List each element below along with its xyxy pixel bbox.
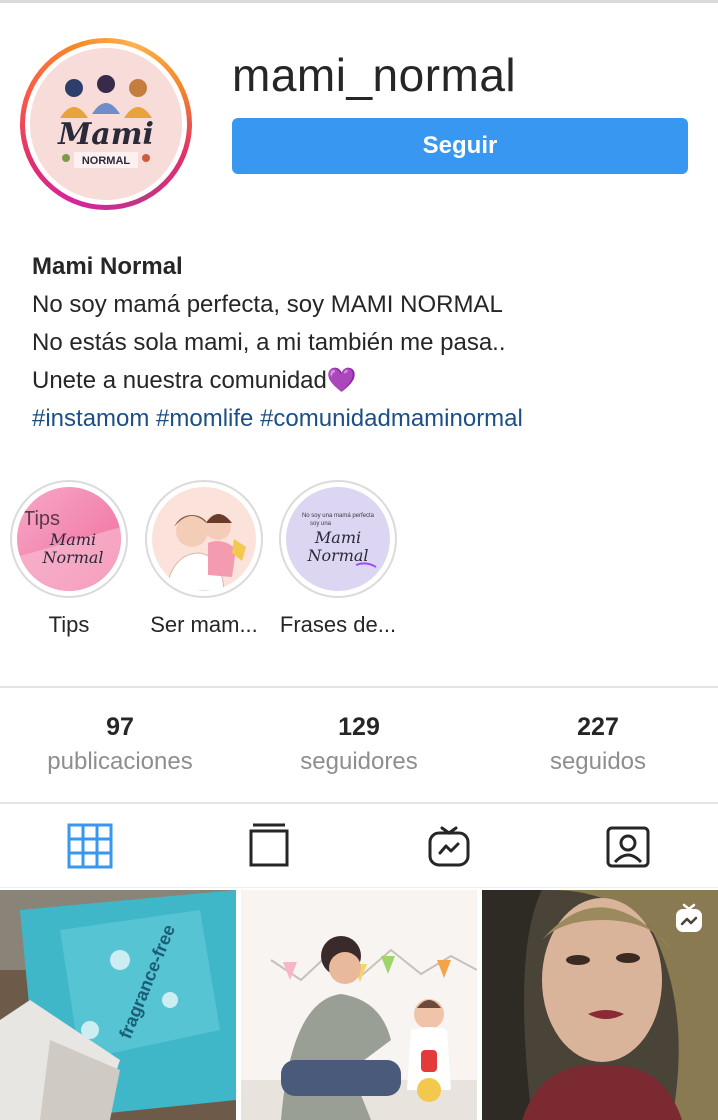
top-divider xyxy=(0,0,718,3)
highlight-cover: No soy una mamá perfecta soy una Mami No… xyxy=(286,487,390,591)
follow-button[interactable]: Seguir xyxy=(232,118,688,174)
post-tile[interactable] xyxy=(482,890,718,1120)
highlight-label: Frases de... xyxy=(279,612,397,637)
profile-bio: Mami Normal No soy mamá perfecta, soy MA… xyxy=(32,248,692,438)
highlight-ser-mama[interactable]: Ser mam... xyxy=(145,480,263,638)
purple-heart-emoji: 💜 xyxy=(326,367,357,394)
highlight-cover: Tips Mami Normal xyxy=(17,487,121,591)
stat-followers[interactable]: 129 seguidores xyxy=(259,710,459,780)
divider xyxy=(0,802,718,804)
highlight-label: Ser mam... xyxy=(150,612,258,637)
profile-page: Mami NORMAL mami_normal Seguir Mami Norm… xyxy=(0,0,718,1120)
tagged-icon[interactable] xyxy=(604,822,652,870)
svg-text:Mami: Mami xyxy=(314,528,361,547)
profile-username: mami_normal xyxy=(232,49,517,101)
bio-hashtags[interactable]: #instamom #momlife #comunidadmaminormal xyxy=(32,400,692,438)
bio-line-3: Unete a nuestra comunidad💜 xyxy=(32,367,357,394)
bio-line-2: No estás sola mami, a mi también me pasa… xyxy=(32,329,506,356)
post-tile[interactable] xyxy=(241,890,477,1120)
post-image: fragrance-free xyxy=(0,890,236,1120)
post-tile[interactable]: fragrance-free xyxy=(0,890,236,1120)
stat-following[interactable]: 227 seguidos xyxy=(498,710,698,780)
followers-count: 129 xyxy=(338,713,380,741)
svg-text:Normal: Normal xyxy=(306,546,368,565)
svg-text:NORMAL: NORMAL xyxy=(82,155,131,167)
following-label: seguidos xyxy=(549,748,647,775)
feed-list-icon[interactable] xyxy=(245,822,293,870)
svg-text:Mami: Mami xyxy=(49,530,96,549)
followers-label: seguidores xyxy=(300,748,418,775)
mami-normal-logo: Mami NORMAL xyxy=(30,48,182,200)
stat-posts[interactable]: 97 publicaciones xyxy=(20,710,220,780)
svg-text:No soy una mamá perfecta: No soy una mamá perfecta xyxy=(302,513,375,519)
highlight-tips[interactable]: Tips Mami Normal Tips xyxy=(10,480,128,638)
divider xyxy=(0,686,718,688)
post-image xyxy=(241,890,477,1120)
bio-line-1: No soy mamá perfecta, soy MAMI NORMAL xyxy=(32,291,503,318)
svg-text:soy una: soy una xyxy=(310,521,332,527)
posts-label: publicaciones xyxy=(47,748,193,775)
svg-text:Normal: Normal xyxy=(41,548,103,567)
avatar-image: Mami NORMAL xyxy=(30,48,182,200)
highlight-label: Tips xyxy=(48,612,90,637)
following-count: 227 xyxy=(577,713,619,741)
igtv-icon[interactable] xyxy=(425,822,473,870)
svg-text:Mami: Mami xyxy=(57,117,154,152)
posts-count: 97 xyxy=(106,713,134,741)
highlight-cover xyxy=(152,487,256,591)
profile-avatar[interactable]: Mami NORMAL xyxy=(20,38,192,210)
highlight-frases[interactable]: No soy una mamá perfecta soy una Mami No… xyxy=(279,480,397,638)
igtv-icon xyxy=(674,902,704,934)
bio-display-name: Mami Normal xyxy=(32,253,183,280)
grid-icon[interactable] xyxy=(66,822,114,870)
divider xyxy=(0,887,718,888)
svg-text:Tips: Tips xyxy=(23,508,60,530)
